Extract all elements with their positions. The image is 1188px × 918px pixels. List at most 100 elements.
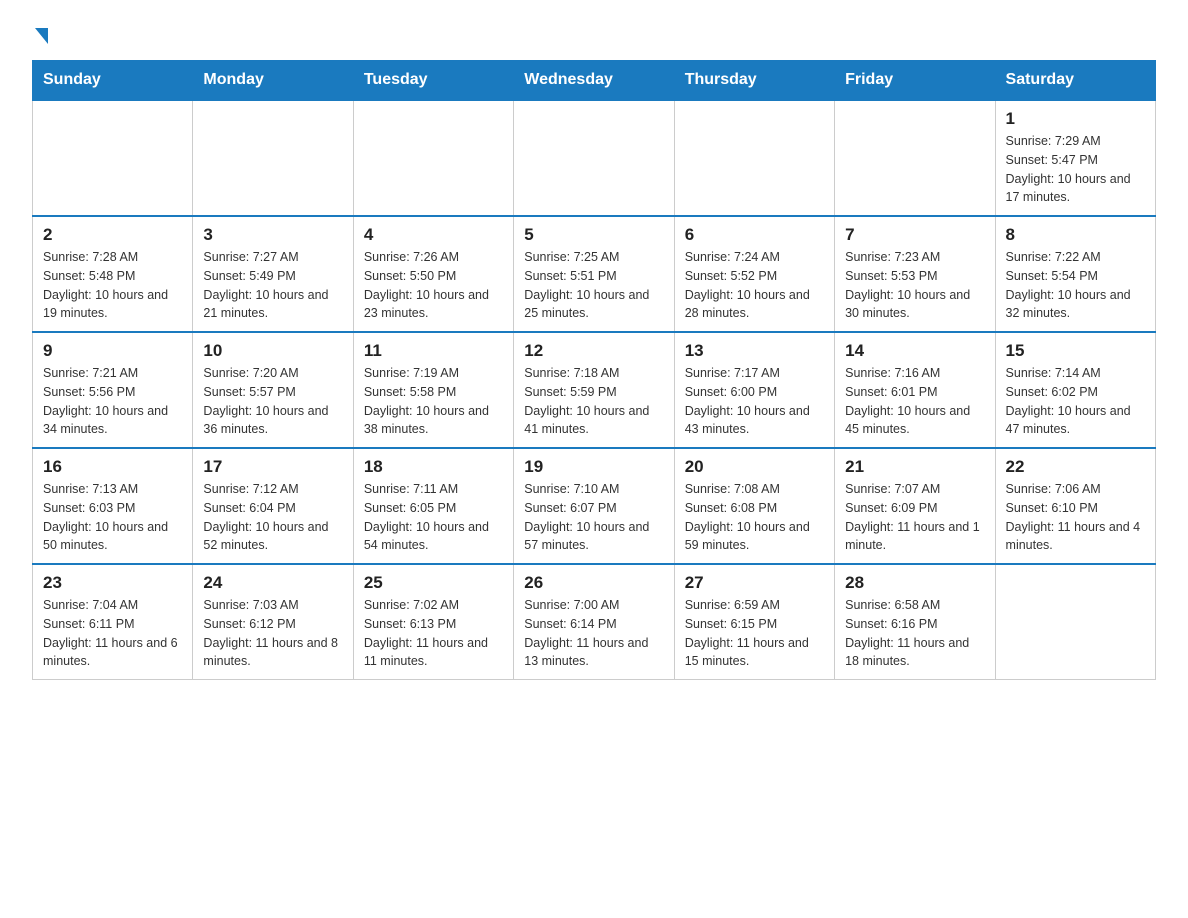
day-number: 8 [1006,225,1145,245]
day-info: Sunrise: 7:16 AMSunset: 6:01 PMDaylight:… [845,364,984,439]
day-info: Sunrise: 7:27 AMSunset: 5:49 PMDaylight:… [203,248,342,323]
day-number: 28 [845,573,984,593]
day-number: 9 [43,341,182,361]
logo [32,24,48,44]
day-info: Sunrise: 7:24 AMSunset: 5:52 PMDaylight:… [685,248,824,323]
day-info: Sunrise: 6:59 AMSunset: 6:15 PMDaylight:… [685,596,824,671]
day-info: Sunrise: 7:03 AMSunset: 6:12 PMDaylight:… [203,596,342,671]
day-info: Sunrise: 7:08 AMSunset: 6:08 PMDaylight:… [685,480,824,555]
day-info: Sunrise: 7:26 AMSunset: 5:50 PMDaylight:… [364,248,503,323]
day-number: 27 [685,573,824,593]
day-number: 5 [524,225,663,245]
calendar-body: 1Sunrise: 7:29 AMSunset: 5:47 PMDaylight… [33,100,1156,680]
day-number: 24 [203,573,342,593]
day-number: 2 [43,225,182,245]
weekday-header-saturday: Saturday [995,61,1155,101]
day-cell: 6 Sunrise: 7:24 AMSunset: 5:52 PMDaylight… [674,216,834,332]
weekday-header-sunday: Sunday [33,61,193,101]
day-info: Sunrise: 7:02 AMSunset: 6:13 PMDaylight:… [364,596,503,671]
day-cell: 10Sunrise: 7:20 AMSunset: 5:57 PMDayligh… [193,332,353,448]
day-cell: 25 Sunrise: 7:02 AMSunset: 6:13 PMDayligh… [353,564,513,680]
calendar-header: SundayMondayTuesdayWednesdayThursdayFrid… [33,61,1156,101]
day-info: Sunrise: 7:21 AMSunset: 5:56 PMDaylight:… [43,364,182,439]
day-info: Sunrise: 7:28 AMSunset: 5:48 PMDaylight:… [43,248,182,323]
day-cell [193,100,353,216]
day-cell: 15Sunrise: 7:14 AMSunset: 6:02 PMDayligh… [995,332,1155,448]
day-number: 18 [364,457,503,477]
day-cell [995,564,1155,680]
day-cell: 13Sunrise: 7:17 AMSunset: 6:00 PMDayligh… [674,332,834,448]
weekday-header-wednesday: Wednesday [514,61,674,101]
day-info: Sunrise: 7:18 AMSunset: 5:59 PMDaylight:… [524,364,663,439]
day-info: Sunrise: 7:13 AMSunset: 6:03 PMDaylight:… [43,480,182,555]
day-number: 3 [203,225,342,245]
day-cell: 8 Sunrise: 7:22 AMSunset: 5:54 PMDaylight… [995,216,1155,332]
day-cell: 2 Sunrise: 7:28 AMSunset: 5:48 PMDaylight… [33,216,193,332]
day-info: Sunrise: 7:04 AMSunset: 6:11 PMDaylight:… [43,596,182,671]
day-number: 11 [364,341,503,361]
day-info: Sunrise: 7:06 AMSunset: 6:10 PMDaylight:… [1006,480,1145,555]
day-number: 20 [685,457,824,477]
day-number: 26 [524,573,663,593]
day-cell: 18 Sunrise: 7:11 AMSunset: 6:05 PMDayligh… [353,448,513,564]
day-cell: 5 Sunrise: 7:25 AMSunset: 5:51 PMDaylight… [514,216,674,332]
day-number: 19 [524,457,663,477]
day-number: 22 [1006,457,1145,477]
day-number: 7 [845,225,984,245]
weekday-header-tuesday: Tuesday [353,61,513,101]
day-cell: 1Sunrise: 7:29 AMSunset: 5:47 PMDaylight… [995,100,1155,216]
day-cell: 20 Sunrise: 7:08 AMSunset: 6:08 PMDayligh… [674,448,834,564]
day-cell: 26 Sunrise: 7:00 AMSunset: 6:14 PMDayligh… [514,564,674,680]
day-info: Sunrise: 7:11 AMSunset: 6:05 PMDaylight:… [364,480,503,555]
day-cell [674,100,834,216]
day-cell: 12 Sunrise: 7:18 AMSunset: 5:59 PMDayligh… [514,332,674,448]
day-number: 17 [203,457,342,477]
day-number: 25 [364,573,503,593]
day-number: 1 [1006,109,1145,129]
day-cell: 3 Sunrise: 7:27 AMSunset: 5:49 PMDaylight… [193,216,353,332]
weekday-header-row: SundayMondayTuesdayWednesdayThursdayFrid… [33,61,1156,101]
day-number: 15 [1006,341,1145,361]
day-cell: 16 Sunrise: 7:13 AMSunset: 6:03 PMDayligh… [33,448,193,564]
day-number: 12 [524,341,663,361]
day-info: Sunrise: 7:10 AMSunset: 6:07 PMDaylight:… [524,480,663,555]
day-info: Sunrise: 7:07 AMSunset: 6:09 PMDaylight:… [845,480,984,555]
day-cell: 21 Sunrise: 7:07 AMSunset: 6:09 PMDayligh… [835,448,995,564]
day-cell: 28 Sunrise: 6:58 AMSunset: 6:16 PMDayligh… [835,564,995,680]
logo-arrow-icon [35,28,48,44]
day-cell: 7 Sunrise: 7:23 AMSunset: 5:53 PMDaylight… [835,216,995,332]
day-info: Sunrise: 7:00 AMSunset: 6:14 PMDaylight:… [524,596,663,671]
day-info: Sunrise: 7:12 AMSunset: 6:04 PMDaylight:… [203,480,342,555]
day-info: Sunrise: 7:23 AMSunset: 5:53 PMDaylight:… [845,248,984,323]
day-cell [33,100,193,216]
day-cell: 27 Sunrise: 6:59 AMSunset: 6:15 PMDayligh… [674,564,834,680]
week-row-2: 2 Sunrise: 7:28 AMSunset: 5:48 PMDaylight… [33,216,1156,332]
day-number: 6 [685,225,824,245]
day-cell: 9 Sunrise: 7:21 AMSunset: 5:56 PMDaylight… [33,332,193,448]
day-info: Sunrise: 7:17 AMSunset: 6:00 PMDaylight:… [685,364,824,439]
calendar-table: SundayMondayTuesdayWednesdayThursdayFrid… [32,60,1156,680]
week-row-5: 23Sunrise: 7:04 AMSunset: 6:11 PMDayligh… [33,564,1156,680]
day-cell: 22 Sunrise: 7:06 AMSunset: 6:10 PMDayligh… [995,448,1155,564]
day-info: Sunrise: 7:25 AMSunset: 5:51 PMDaylight:… [524,248,663,323]
day-info: Sunrise: 7:19 AMSunset: 5:58 PMDaylight:… [364,364,503,439]
day-cell: 19 Sunrise: 7:10 AMSunset: 6:07 PMDayligh… [514,448,674,564]
day-cell: 17 Sunrise: 7:12 AMSunset: 6:04 PMDayligh… [193,448,353,564]
weekday-header-thursday: Thursday [674,61,834,101]
week-row-3: 9 Sunrise: 7:21 AMSunset: 5:56 PMDaylight… [33,332,1156,448]
day-number: 16 [43,457,182,477]
weekday-header-friday: Friday [835,61,995,101]
day-cell [353,100,513,216]
weekday-header-monday: Monday [193,61,353,101]
day-cell: 24 Sunrise: 7:03 AMSunset: 6:12 PMDayligh… [193,564,353,680]
day-number: 14 [845,341,984,361]
day-cell: 23Sunrise: 7:04 AMSunset: 6:11 PMDayligh… [33,564,193,680]
day-info: Sunrise: 6:58 AMSunset: 6:16 PMDaylight:… [845,596,984,671]
day-cell: 11 Sunrise: 7:19 AMSunset: 5:58 PMDayligh… [353,332,513,448]
day-cell: 14 Sunrise: 7:16 AMSunset: 6:01 PMDayligh… [835,332,995,448]
day-info: Sunrise: 7:22 AMSunset: 5:54 PMDaylight:… [1006,248,1145,323]
day-number: 4 [364,225,503,245]
week-row-1: 1Sunrise: 7:29 AMSunset: 5:47 PMDaylight… [33,100,1156,216]
day-number: 10 [203,341,342,361]
day-number: 21 [845,457,984,477]
